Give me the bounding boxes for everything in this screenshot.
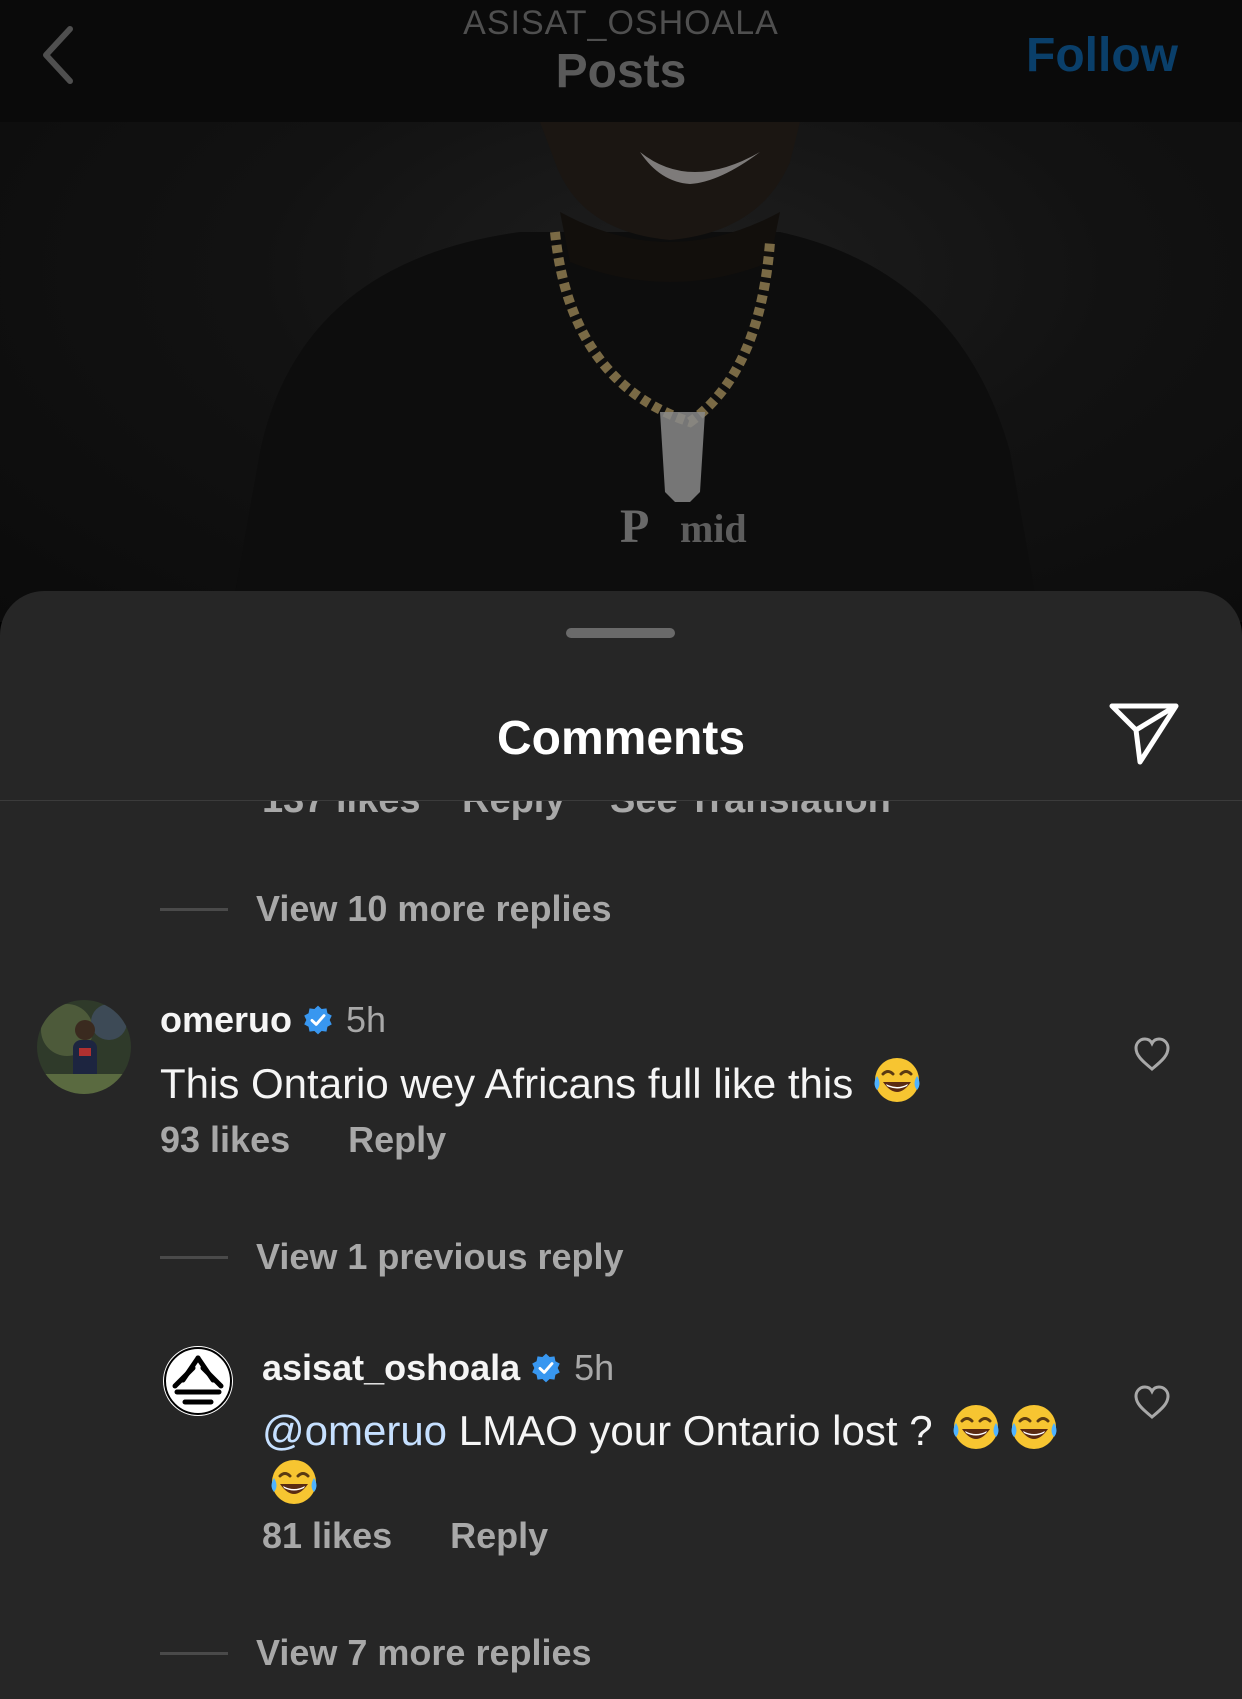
sheet-title: Comments xyxy=(496,712,746,765)
comment-likes[interactable]: 81 likes xyxy=(262,1515,392,1556)
mention-link[interactable]: @omeruo xyxy=(262,1407,447,1454)
post-photo: P mid xyxy=(0,122,1242,622)
share-button[interactable] xyxy=(1108,700,1180,771)
view-previous-reply-label: View 1 previous reply xyxy=(256,1236,624,1277)
top-nav-bar: ASISAT_OSHOALA Posts Follow xyxy=(0,0,1242,122)
comment-meta: 81 likes Reply xyxy=(262,1515,596,1557)
thread-line xyxy=(160,1651,228,1655)
post-photo-image: P mid xyxy=(230,122,1040,622)
clipped-likes[interactable]: 137 likes xyxy=(262,801,420,822)
clipped-reply[interactable]: Reply xyxy=(462,801,565,822)
svg-text:P: P xyxy=(620,500,649,553)
avatar[interactable] xyxy=(37,1000,131,1094)
laughing-tears-emoji-icon xyxy=(874,1058,920,1102)
svg-text:mid: mid xyxy=(680,506,747,551)
comment-text: This Ontario wey Africans full like this xyxy=(160,1054,1020,1109)
like-heart-icon[interactable] xyxy=(1133,1036,1171,1072)
comment-time: 5h xyxy=(346,999,387,1040)
screen: ASISAT_OSHOALA Posts Follow P mid Commen… xyxy=(0,0,1242,1699)
clipped-comment-meta: 137 likes Reply See Translation xyxy=(0,801,1242,827)
avatar-image xyxy=(37,1000,131,1094)
comment-header: omeruo 5h xyxy=(160,997,386,1043)
comment-header: asisat_oshoala 5h xyxy=(262,1345,614,1391)
comments-sheet: Comments 137 likes Reply See Translation… xyxy=(0,591,1242,1699)
clipped-see-translation[interactable]: See Translation xyxy=(610,801,891,822)
comment-reply-button[interactable]: Reply xyxy=(450,1515,548,1556)
comment-likes[interactable]: 93 likes xyxy=(160,1119,290,1160)
thread-line xyxy=(160,1255,228,1259)
laughing-tears-emoji-icon xyxy=(271,1460,317,1504)
comment-body: This Ontario wey Africans full like this xyxy=(160,1060,854,1107)
view-more-replies-button[interactable]: View 10 more replies xyxy=(160,884,612,934)
laughing-tears-emoji-icon xyxy=(953,1405,999,1449)
thread-line xyxy=(160,907,228,911)
view-more-replies-label: View 7 more replies xyxy=(256,1632,592,1673)
comment-username[interactable]: omeruo xyxy=(160,999,292,1041)
sheet-grabber[interactable] xyxy=(566,628,675,638)
comment-reply-button[interactable]: Reply xyxy=(348,1119,446,1160)
comment-text: @omeruo LMAO your Ontario lost ? xyxy=(262,1401,1092,1511)
laughing-tears-emoji-icon xyxy=(1011,1405,1057,1449)
verified-badge-icon xyxy=(532,1353,560,1383)
avatar-logo-image xyxy=(164,1347,232,1415)
verified-badge-icon xyxy=(304,1005,332,1035)
follow-button[interactable]: Follow xyxy=(1026,26,1178,86)
avatar[interactable] xyxy=(163,1346,233,1416)
view-previous-reply-button[interactable]: View 1 previous reply xyxy=(160,1232,624,1282)
like-heart-icon[interactable] xyxy=(1133,1384,1171,1420)
paper-plane-icon xyxy=(1109,703,1179,765)
comment-meta: 93 likes Reply xyxy=(160,1119,494,1161)
comment-username[interactable]: asisat_oshoala xyxy=(262,1347,520,1389)
comment-time: 5h xyxy=(574,1347,615,1388)
view-more-replies-label: View 10 more replies xyxy=(256,888,612,929)
view-more-replies-button[interactable]: View 7 more replies xyxy=(160,1628,592,1678)
comment-body: LMAO your Ontario lost ? xyxy=(447,1407,933,1454)
